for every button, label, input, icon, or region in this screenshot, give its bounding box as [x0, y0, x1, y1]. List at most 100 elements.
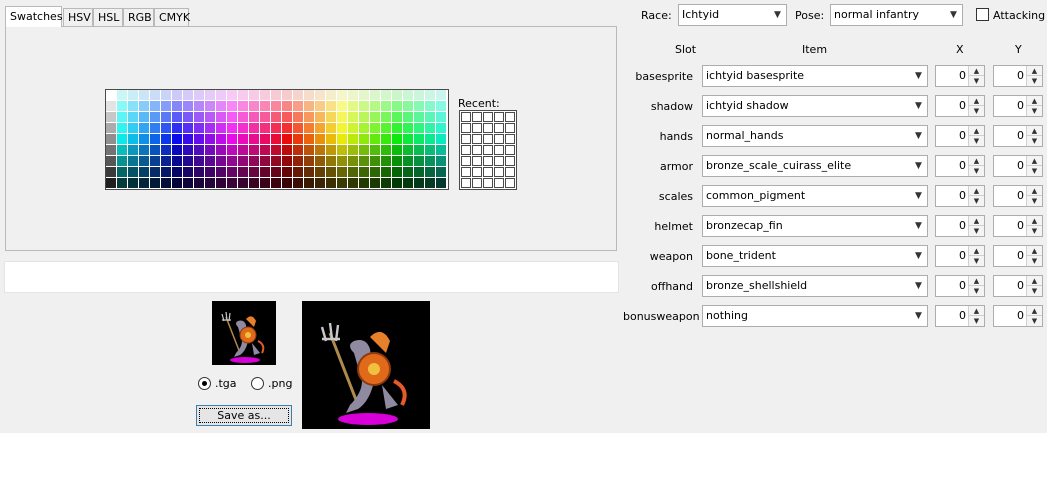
color-swatch[interactable] — [381, 134, 392, 145]
color-swatch[interactable] — [392, 156, 403, 167]
spin-up-icon[interactable]: ▲ — [969, 186, 984, 196]
recent-swatch[interactable] — [483, 112, 493, 122]
color-swatch[interactable] — [128, 134, 139, 145]
color-swatch[interactable] — [414, 178, 425, 189]
color-swatch[interactable] — [205, 145, 216, 156]
color-swatch[interactable] — [128, 167, 139, 178]
color-swatch[interactable] — [326, 167, 337, 178]
item-select[interactable]: ichtyid basesprite ▼ — [702, 65, 928, 87]
color-swatch[interactable] — [161, 90, 172, 101]
color-swatch[interactable] — [348, 145, 359, 156]
recent-swatch[interactable] — [494, 156, 504, 166]
color-swatch[interactable] — [348, 167, 359, 178]
color-swatch[interactable] — [238, 167, 249, 178]
color-swatch[interactable] — [271, 178, 282, 189]
color-swatch[interactable] — [326, 145, 337, 156]
color-swatch[interactable] — [304, 167, 315, 178]
color-swatch[interactable] — [106, 145, 117, 156]
color-swatch[interactable] — [205, 101, 216, 112]
color-swatch[interactable] — [106, 156, 117, 167]
spin-down-icon[interactable]: ▼ — [1027, 316, 1042, 326]
color-swatch[interactable] — [293, 167, 304, 178]
color-swatch[interactable] — [392, 112, 403, 123]
color-swatch[interactable] — [161, 112, 172, 123]
save-as-button[interactable]: Save as... — [196, 405, 292, 426]
color-swatch[interactable] — [304, 134, 315, 145]
color-swatch[interactable] — [359, 156, 370, 167]
color-swatch[interactable] — [359, 134, 370, 145]
color-swatch[interactable] — [271, 145, 282, 156]
color-swatch[interactable] — [172, 145, 183, 156]
item-select[interactable]: bone_trident ▼ — [702, 245, 928, 267]
recent-swatch[interactable] — [505, 112, 515, 122]
color-swatch[interactable] — [227, 178, 238, 189]
spin-down-icon[interactable]: ▼ — [1027, 136, 1042, 146]
spin-up-icon[interactable]: ▲ — [969, 246, 984, 256]
color-swatch[interactable] — [205, 156, 216, 167]
y-offset-spinner[interactable]: 0 ▲ ▼ — [993, 95, 1043, 117]
format-tga-radio[interactable]: .tga — [198, 377, 237, 390]
item-select[interactable]: bronzecap_fin ▼ — [702, 215, 928, 237]
color-swatch[interactable] — [128, 156, 139, 167]
color-swatch[interactable] — [425, 167, 436, 178]
color-swatch[interactable] — [348, 123, 359, 134]
color-swatch[interactable] — [238, 134, 249, 145]
color-swatch[interactable] — [337, 123, 348, 134]
color-swatch[interactable] — [403, 167, 414, 178]
color-swatch[interactable] — [172, 134, 183, 145]
color-swatch[interactable] — [436, 145, 447, 156]
color-swatch[interactable] — [403, 178, 414, 189]
color-swatch[interactable] — [436, 134, 447, 145]
spin-up-icon[interactable]: ▲ — [969, 306, 984, 316]
color-swatch[interactable] — [315, 101, 326, 112]
color-swatch[interactable] — [348, 178, 359, 189]
color-swatch[interactable] — [161, 167, 172, 178]
color-swatch[interactable] — [403, 90, 414, 101]
color-swatch[interactable] — [238, 101, 249, 112]
color-swatch[interactable] — [117, 134, 128, 145]
color-swatch[interactable] — [370, 123, 381, 134]
color-swatch[interactable] — [403, 123, 414, 134]
color-swatch[interactable] — [337, 156, 348, 167]
color-swatch[interactable] — [282, 156, 293, 167]
recent-swatch-grid[interactable] — [459, 110, 517, 190]
color-swatch[interactable] — [436, 178, 447, 189]
color-swatch[interactable] — [150, 123, 161, 134]
color-swatch[interactable] — [436, 101, 447, 112]
format-png-radio[interactable]: .png — [251, 377, 292, 390]
color-swatch[interactable] — [414, 123, 425, 134]
spin-down-icon[interactable]: ▼ — [969, 136, 984, 146]
color-swatch[interactable] — [106, 178, 117, 189]
color-swatch[interactable] — [172, 101, 183, 112]
color-swatch[interactable] — [293, 145, 304, 156]
color-swatch[interactable] — [260, 178, 271, 189]
color-swatch[interactable] — [117, 101, 128, 112]
color-swatch[interactable] — [403, 101, 414, 112]
tab-hsv[interactable]: HSV — [63, 8, 93, 27]
color-swatch[interactable] — [194, 123, 205, 134]
recent-swatch[interactable] — [494, 123, 504, 133]
recent-swatch[interactable] — [483, 178, 493, 188]
color-swatch[interactable] — [205, 123, 216, 134]
color-swatch[interactable] — [271, 112, 282, 123]
color-swatch[interactable] — [227, 145, 238, 156]
color-swatch[interactable] — [436, 156, 447, 167]
color-swatch[interactable] — [183, 101, 194, 112]
spin-down-icon[interactable]: ▼ — [1027, 166, 1042, 176]
tab-cmyk[interactable]: CMYK — [154, 8, 190, 27]
color-swatch[interactable] — [359, 167, 370, 178]
spin-up-icon[interactable]: ▲ — [969, 66, 984, 76]
color-swatch[interactable] — [304, 145, 315, 156]
spin-down-icon[interactable]: ▼ — [1027, 256, 1042, 266]
recent-swatch[interactable] — [461, 123, 471, 133]
color-swatch[interactable] — [150, 167, 161, 178]
recent-swatch[interactable] — [483, 134, 493, 144]
color-swatch[interactable] — [249, 167, 260, 178]
color-swatch[interactable] — [304, 90, 315, 101]
color-swatch[interactable] — [117, 123, 128, 134]
color-swatch[interactable] — [436, 90, 447, 101]
color-swatch[interactable] — [337, 90, 348, 101]
color-swatch[interactable] — [183, 167, 194, 178]
color-swatch[interactable] — [227, 90, 238, 101]
color-swatch[interactable] — [183, 112, 194, 123]
